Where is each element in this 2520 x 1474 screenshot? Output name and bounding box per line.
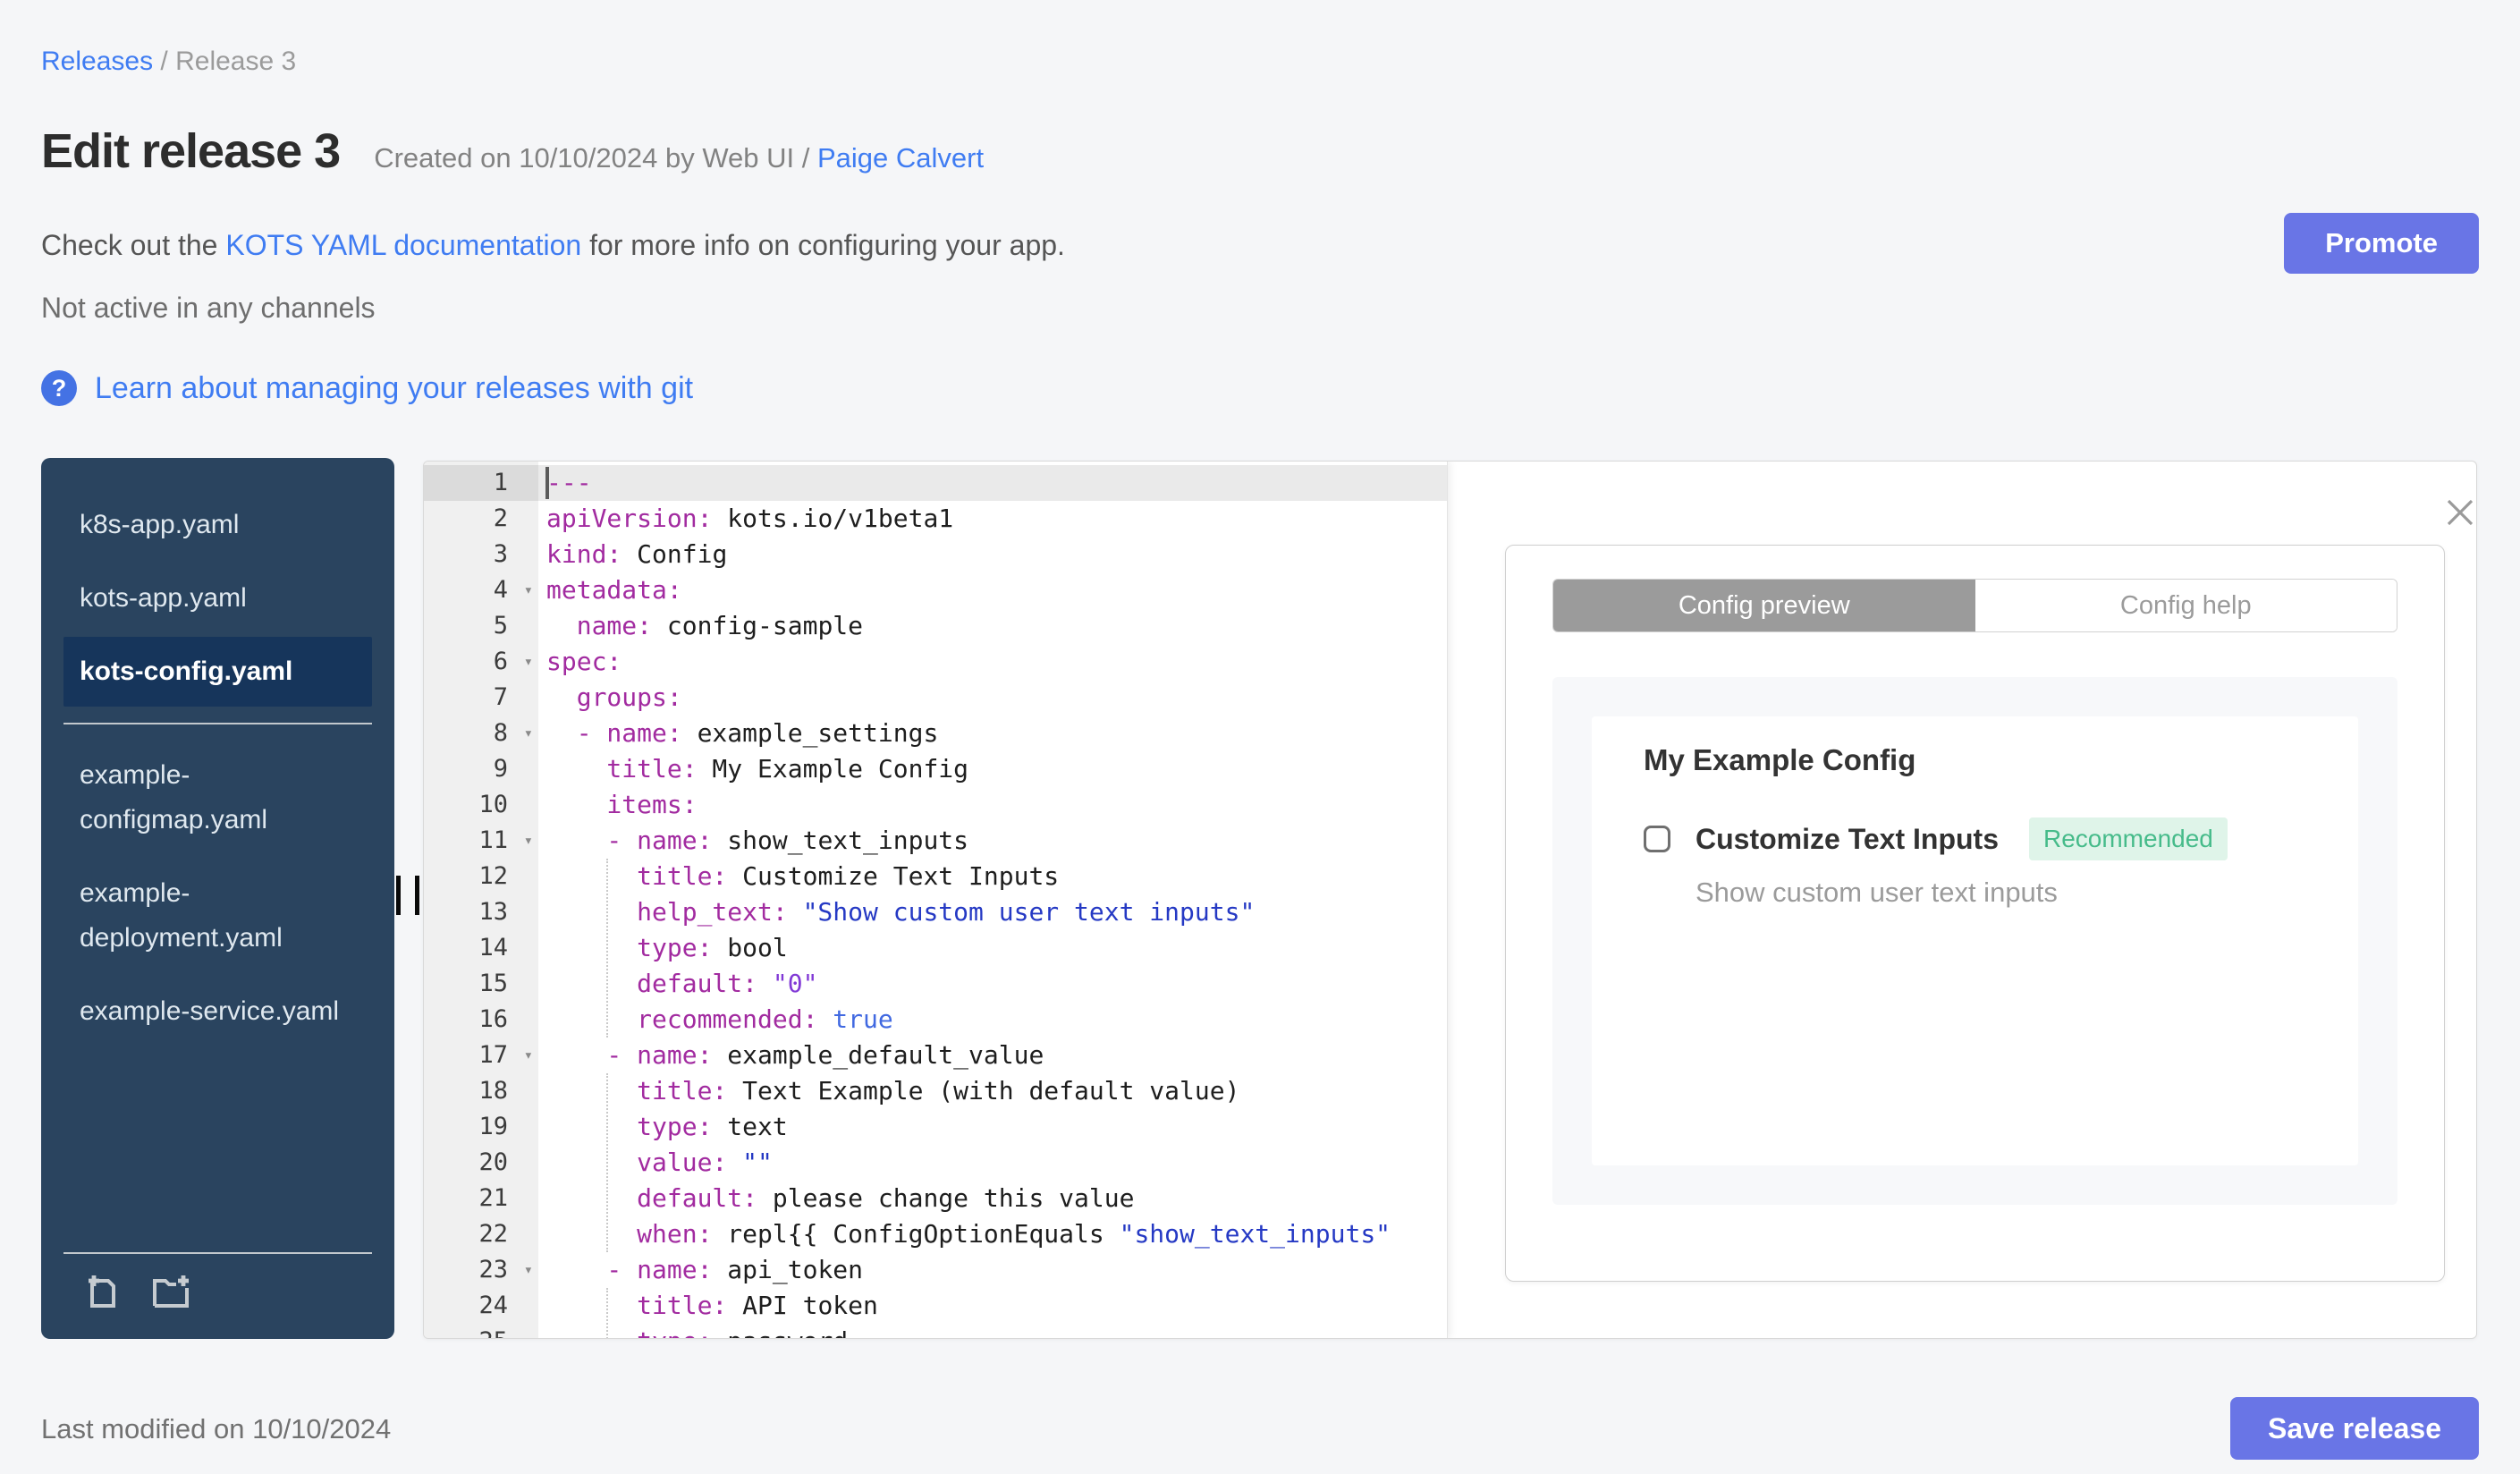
editor-line: 20 value: "" — [478, 1148, 773, 1177]
created-meta: Created on 10/10/2024 by Web UI / Paige … — [374, 142, 984, 174]
config-item-row: Customize Text Inputs Recommended — [1644, 817, 2358, 860]
editor-line: 24 title: API token — [478, 1291, 878, 1320]
sidebar-file[interactable]: example-configmap.yaml — [63, 741, 372, 855]
fold-arrow-icon[interactable]: ▾ — [524, 644, 533, 680]
breadcrumb-current: Release 3 — [175, 47, 297, 76]
preview-tabbar: Config preview Config help — [1552, 579, 2397, 632]
channel-status: Not active in any channels — [41, 292, 376, 324]
fold-arrow-icon[interactable]: ▾ — [524, 716, 533, 751]
editor-line: 10 items: — [478, 790, 698, 819]
editor-line: 17 ▾ - name: example_default_value — [424, 1038, 1447, 1073]
indent-guide — [606, 859, 609, 1038]
editor-line: 12 title: Customize Text Inputs — [478, 861, 1060, 891]
fold-arrow-icon[interactable]: ▾ — [524, 572, 533, 608]
page-title: Edit release 3 — [41, 124, 341, 178]
add-file-icon[interactable] — [80, 1270, 123, 1317]
editor-line: 5 name: config-sample — [493, 611, 864, 640]
editor-preview-card: 1 --- 2 apiVersion: kots.io/v1beta1 3 kind: C… — [423, 461, 2477, 1339]
question-circle-icon: ? — [41, 370, 77, 406]
editor-line: 4 ▾ metadata: — [424, 572, 1447, 608]
editor-lines: 1 --- 2 apiVersion: kots.io/v1beta1 3 kind: C… — [424, 465, 1447, 1338]
config-item-label[interactable]: Customize Text Inputs — [1696, 823, 1999, 856]
editor-line: 1 --- — [424, 465, 1447, 501]
created-prefix: Created on 10/10/2024 by Web UI / — [374, 142, 817, 174]
yaml-code-editor[interactable]: 1 --- 2 apiVersion: kots.io/v1beta1 3 kind: C… — [424, 462, 1448, 1338]
preview-canvas: My Example Config Customize Text Inputs … — [1552, 677, 2397, 1205]
editor-line: 2 apiVersion: kots.io/v1beta1 — [493, 504, 954, 533]
docs-hint-post: for more info on configuring your app. — [581, 229, 1065, 261]
page: Releases / Release 3 Edit release 3 Crea… — [0, 0, 2520, 1474]
editor-line: 18 title: Text Example (with default val… — [478, 1076, 1240, 1106]
editor-line: 13 help_text: "Show custom user text inp… — [478, 897, 1256, 927]
sidebar-file[interactable]: k8s-app.yaml — [63, 490, 372, 560]
git-help-row[interactable]: ? Learn about managing your releases wit… — [41, 370, 693, 406]
editor-line: 8 ▾ - name: example_settings — [424, 716, 1447, 751]
editor-line: 7 groups: — [493, 682, 682, 712]
breadcrumb-link-releases[interactable]: Releases — [41, 47, 153, 76]
fold-arrow-icon[interactable]: ▾ — [524, 1038, 533, 1073]
git-releases-link[interactable]: Learn about managing your releases with … — [95, 371, 693, 406]
kots-docs-link[interactable]: KOTS YAML documentation — [225, 229, 581, 261]
docs-hint-pre: Check out the — [41, 229, 226, 261]
editor-line: 9 title: My Example Config — [493, 754, 969, 784]
title-row: Edit release 3 Created on 10/10/2024 by … — [41, 123, 984, 179]
tab-config-preview[interactable]: Config preview — [1553, 580, 1975, 631]
editor-line: 22 when: repl{{ ConfigOptionEquals "show… — [478, 1219, 1391, 1249]
editor-line: 14 type: bool — [478, 933, 788, 962]
main-area: k8s-app.yaml kots-app.yaml kots-config.yam… — [41, 458, 2479, 1339]
add-folder-icon[interactable] — [149, 1270, 192, 1317]
editor-line: 19 type: text — [478, 1112, 788, 1141]
text-cursor — [545, 467, 549, 499]
config-preview-panel: Config preview Config help My Example Con… — [1505, 545, 2445, 1282]
sidebar-file[interactable]: kots-app.yaml — [63, 563, 372, 633]
editor-line: 6 ▾ spec: — [424, 644, 1447, 680]
fold-arrow-icon[interactable]: ▾ — [524, 823, 533, 859]
customize-text-inputs-checkbox[interactable] — [1644, 826, 1670, 852]
save-release-button[interactable]: Save release — [2230, 1397, 2479, 1460]
breadcrumb-separator: / — [153, 47, 176, 76]
editor-line: 23 ▾ - name: api_token — [424, 1252, 1447, 1288]
sidebar-file[interactable]: example-service.yaml — [63, 977, 372, 1046]
file-list-top: k8s-app.yaml kots-app.yaml kots-config.yam… — [41, 490, 394, 707]
tab-config-help[interactable]: Config help — [1975, 580, 2397, 631]
breadcrumb: Releases / Release 3 — [41, 47, 296, 77]
file-sidebar: k8s-app.yaml kots-app.yaml kots-config.yam… — [41, 458, 394, 1339]
config-group-title: My Example Config — [1644, 743, 1916, 776]
promote-button[interactable]: Promote — [2284, 213, 2479, 274]
resize-handle-left[interactable] — [396, 876, 419, 915]
sidebar-tools — [63, 1252, 372, 1325]
editor-line: 25 type: password — [424, 1324, 1447, 1338]
recommended-badge: Recommended — [2028, 817, 2228, 860]
close-preview-icon[interactable] — [2443, 496, 2476, 529]
author-link[interactable]: Paige Calvert — [817, 142, 984, 174]
editor-line: 16 recommended: true — [478, 1004, 893, 1034]
editor-line: 21 default: please change this value — [478, 1183, 1135, 1213]
file-list-bottom: example-configmap.yaml example-deployment… — [41, 741, 394, 1046]
sidebar-divider — [63, 723, 372, 724]
fold-arrow-icon[interactable]: ▾ — [524, 1252, 533, 1288]
indent-guide — [606, 1288, 609, 1338]
editor-line: 15 default: "0" — [478, 969, 818, 998]
sidebar-file-selected[interactable]: kots-config.yaml — [63, 637, 372, 707]
sidebar-file[interactable]: example-deployment.yaml — [63, 859, 372, 973]
last-modified-text: Last modified on 10/10/2024 — [41, 1413, 392, 1444]
editor-line: 3 kind: Config — [493, 539, 728, 569]
docs-hint: Check out the KOTS YAML documentation fo… — [41, 229, 1065, 262]
indent-guide — [606, 1073, 609, 1252]
config-group-box: My Example Config Customize Text Inputs … — [1592, 716, 2358, 1165]
config-item-help: Show custom user text inputs — [1696, 877, 2058, 908]
editor-line: 11 ▾ - name: show_text_inputs — [424, 823, 1447, 859]
